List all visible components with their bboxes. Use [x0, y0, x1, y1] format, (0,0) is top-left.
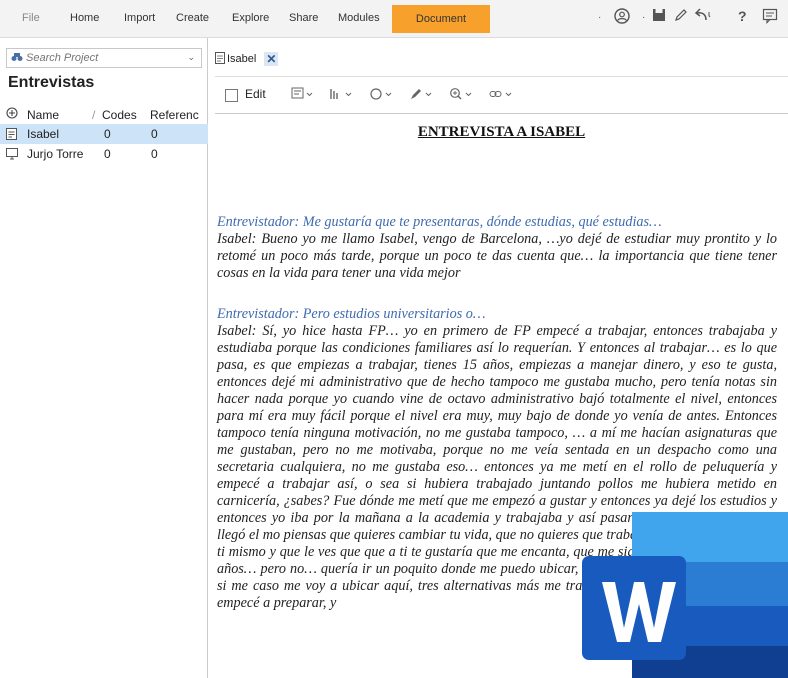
edit-checkbox[interactable]: [225, 89, 238, 102]
coding-stripes-icon[interactable]: [329, 87, 355, 104]
item-codes: 0: [104, 147, 111, 161]
word-logo-icon: [582, 512, 788, 678]
tab-label: Isabel: [227, 53, 257, 65]
ribbon: File Home Import Create Explore Share Mo…: [0, 0, 788, 38]
list-item[interactable]: Jurjo Torre 0 0: [0, 144, 208, 164]
menu-document[interactable]: Document: [392, 5, 490, 33]
column-header: Name / Codes Referenc: [0, 104, 208, 126]
annotation-icon[interactable]: [291, 87, 315, 104]
search-input[interactable]: [26, 52, 176, 64]
dot-icon: ·: [598, 12, 602, 23]
add-icon[interactable]: [6, 107, 18, 122]
interviewer-question: Entrevistador: Me gustaría que te presen…: [217, 214, 662, 230]
undo-icon[interactable]: [694, 8, 712, 25]
link-icon[interactable]: [489, 87, 515, 104]
column-references[interactable]: Referenc: [150, 108, 199, 122]
zoom-icon[interactable]: [449, 87, 475, 104]
document-tab[interactable]: Isabel ✕: [215, 50, 279, 68]
chevron-down-icon[interactable]: ⌄: [187, 52, 195, 63]
list-item[interactable]: Isabel 0 0: [0, 124, 208, 144]
document-icon: [215, 51, 225, 67]
menu-share[interactable]: Share: [289, 12, 318, 24]
interviewee-answer: Isabel: Bueno yo me llamo Isabel, vengo …: [217, 231, 777, 281]
menu-home[interactable]: Home: [70, 12, 99, 24]
column-divider: /: [92, 108, 96, 122]
binoculars-icon: [11, 51, 23, 65]
item-name: Isabel: [27, 127, 60, 141]
document-toolbar: Edit: [215, 76, 788, 114]
item-refs: 0: [151, 147, 158, 161]
item-name: Jurjo Torre: [27, 147, 84, 161]
dot-icon: ·: [642, 12, 646, 23]
highlighter-icon[interactable]: [409, 87, 435, 104]
paragraph-1: Entrevistador: Me gustaría que te presen…: [217, 214, 777, 282]
item-codes: 0: [104, 127, 111, 141]
document-heading: ENTREVISTA A ISABEL: [417, 124, 586, 140]
interviewer-question: Entrevistador: Pero estudios universitar…: [217, 306, 486, 322]
help-icon[interactable]: ?: [738, 8, 747, 24]
column-codes[interactable]: Codes: [102, 108, 137, 122]
monitor-icon: [6, 148, 18, 163]
edit-label: Edit: [245, 87, 266, 101]
menu-file[interactable]: File: [22, 12, 40, 24]
panel-title: Entrevistas: [8, 74, 95, 91]
document-icon: [6, 128, 17, 143]
search-box[interactable]: ⌄: [6, 48, 202, 68]
column-name[interactable]: Name: [27, 108, 59, 122]
project-panel: ⌄ Entrevistas Name / Codes Referenc Isab…: [0, 38, 208, 678]
highlight-shape-icon[interactable]: [369, 87, 395, 104]
save-icon[interactable]: [652, 8, 666, 25]
menu-modules[interactable]: Modules: [338, 12, 380, 24]
item-refs: 0: [151, 127, 158, 141]
user-icon[interactable]: [614, 8, 630, 27]
menu-create[interactable]: Create: [176, 12, 209, 24]
menu-import[interactable]: Import: [124, 12, 155, 24]
pencil-icon[interactable]: [674, 8, 688, 25]
close-tab-icon[interactable]: ✕: [264, 52, 279, 66]
comment-icon[interactable]: [762, 8, 778, 27]
menu-explore[interactable]: Explore: [232, 12, 269, 24]
